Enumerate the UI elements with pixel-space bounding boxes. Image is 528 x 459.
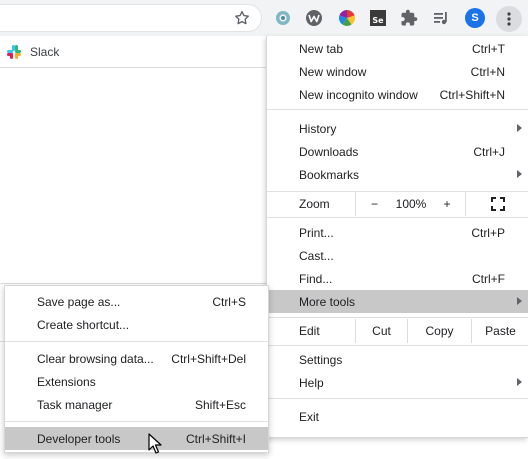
zoom-row: Zoom − 100% + xyxy=(267,192,528,216)
three-dots-vertical-icon xyxy=(507,12,511,26)
menu-item-clear-browsing-data[interactable]: Clear browsing data... Ctrl+Shift+Del xyxy=(5,347,268,370)
menu-item-history[interactable]: History xyxy=(267,117,528,140)
submenu-arrow-icon xyxy=(517,378,522,386)
selenium-ide-icon[interactable]: Se xyxy=(368,8,388,28)
zoom-label: Zoom xyxy=(299,197,330,211)
mouse-pointer-icon xyxy=(148,433,162,454)
edit-row: Edit Cut Copy Paste xyxy=(267,319,528,343)
menu-item-developer-tools[interactable]: Developer tools Ctrl+Shift+I xyxy=(5,427,268,450)
menu-item-help[interactable]: Help xyxy=(267,371,528,394)
menu-item-new-tab[interactable]: New tab Ctrl+T xyxy=(267,37,528,60)
menu-item-save-page-as[interactable]: Save page as... Ctrl+S xyxy=(5,290,268,313)
menu-separator xyxy=(267,109,528,110)
zoom-in-button[interactable]: + xyxy=(429,192,465,216)
slack-icon xyxy=(7,45,21,59)
bookmark-star-icon[interactable] xyxy=(233,9,251,27)
menu-item-create-shortcut[interactable]: Create shortcut... xyxy=(5,313,268,336)
menu-item-find[interactable]: Find... Ctrl+F xyxy=(267,267,528,290)
copy-button[interactable]: Copy xyxy=(407,319,471,343)
extension-w-logo-icon[interactable] xyxy=(304,8,324,28)
more-tools-submenu: Save page as... Ctrl+S Create shortcut..… xyxy=(4,285,269,453)
avatar: S xyxy=(465,8,485,28)
chrome-menu-button[interactable] xyxy=(496,6,522,32)
menu-item-bookmarks[interactable]: Bookmarks xyxy=(267,163,528,186)
menu-item-downloads[interactable]: Downloads Ctrl+J xyxy=(267,140,528,163)
bookmark-slack[interactable]: Slack xyxy=(6,42,59,62)
menu-item-new-window[interactable]: New window Ctrl+N xyxy=(267,60,528,83)
extension-blue-ring-icon[interactable] xyxy=(273,8,293,28)
browser-toolbar: Se S xyxy=(0,0,528,36)
fullscreen-button[interactable] xyxy=(465,192,528,216)
submenu-arrow-icon xyxy=(517,124,522,132)
menu-item-extensions[interactable]: Extensions xyxy=(5,370,268,393)
menu-item-print[interactable]: Print... Ctrl+P xyxy=(267,221,528,244)
paste-button[interactable]: Paste xyxy=(471,319,528,343)
zoom-out-button[interactable]: − xyxy=(355,192,393,216)
menu-item-cast[interactable]: Cast... xyxy=(267,244,528,267)
profile-button[interactable]: S xyxy=(465,8,485,28)
menu-separator xyxy=(267,345,528,346)
menu-item-task-manager[interactable]: Task manager Shift+Esc xyxy=(5,393,268,416)
extension-color-wheel-icon[interactable] xyxy=(337,8,357,28)
fullscreen-icon xyxy=(490,197,505,211)
browser-window: Se S Slack New tab Ctrl+T New window Ctr… xyxy=(0,0,528,459)
edit-label: Edit xyxy=(299,324,320,338)
media-queue-icon[interactable] xyxy=(431,8,451,28)
menu-separator xyxy=(267,217,528,218)
zoom-level: 100% xyxy=(395,197,427,211)
submenu-arrow-icon xyxy=(517,297,522,305)
menu-item-more-tools[interactable]: More tools xyxy=(267,290,528,313)
cut-button[interactable]: Cut xyxy=(355,319,407,343)
menu-separator xyxy=(267,317,528,318)
menu-item-exit[interactable]: Exit xyxy=(267,405,528,428)
address-bar[interactable] xyxy=(0,4,262,32)
bookmark-label: Slack xyxy=(30,45,60,59)
menu-item-new-incognito-window[interactable]: New incognito window Ctrl+Shift+N xyxy=(267,83,528,106)
extensions-puzzle-icon[interactable] xyxy=(399,8,419,28)
menu-item-settings[interactable]: Settings xyxy=(267,348,528,371)
menu-separator xyxy=(267,398,528,399)
chrome-main-menu: New tab Ctrl+T New window Ctrl+N New inc… xyxy=(266,36,528,438)
submenu-arrow-icon xyxy=(517,170,522,178)
menu-separator xyxy=(5,421,268,422)
menu-separator xyxy=(5,341,268,342)
